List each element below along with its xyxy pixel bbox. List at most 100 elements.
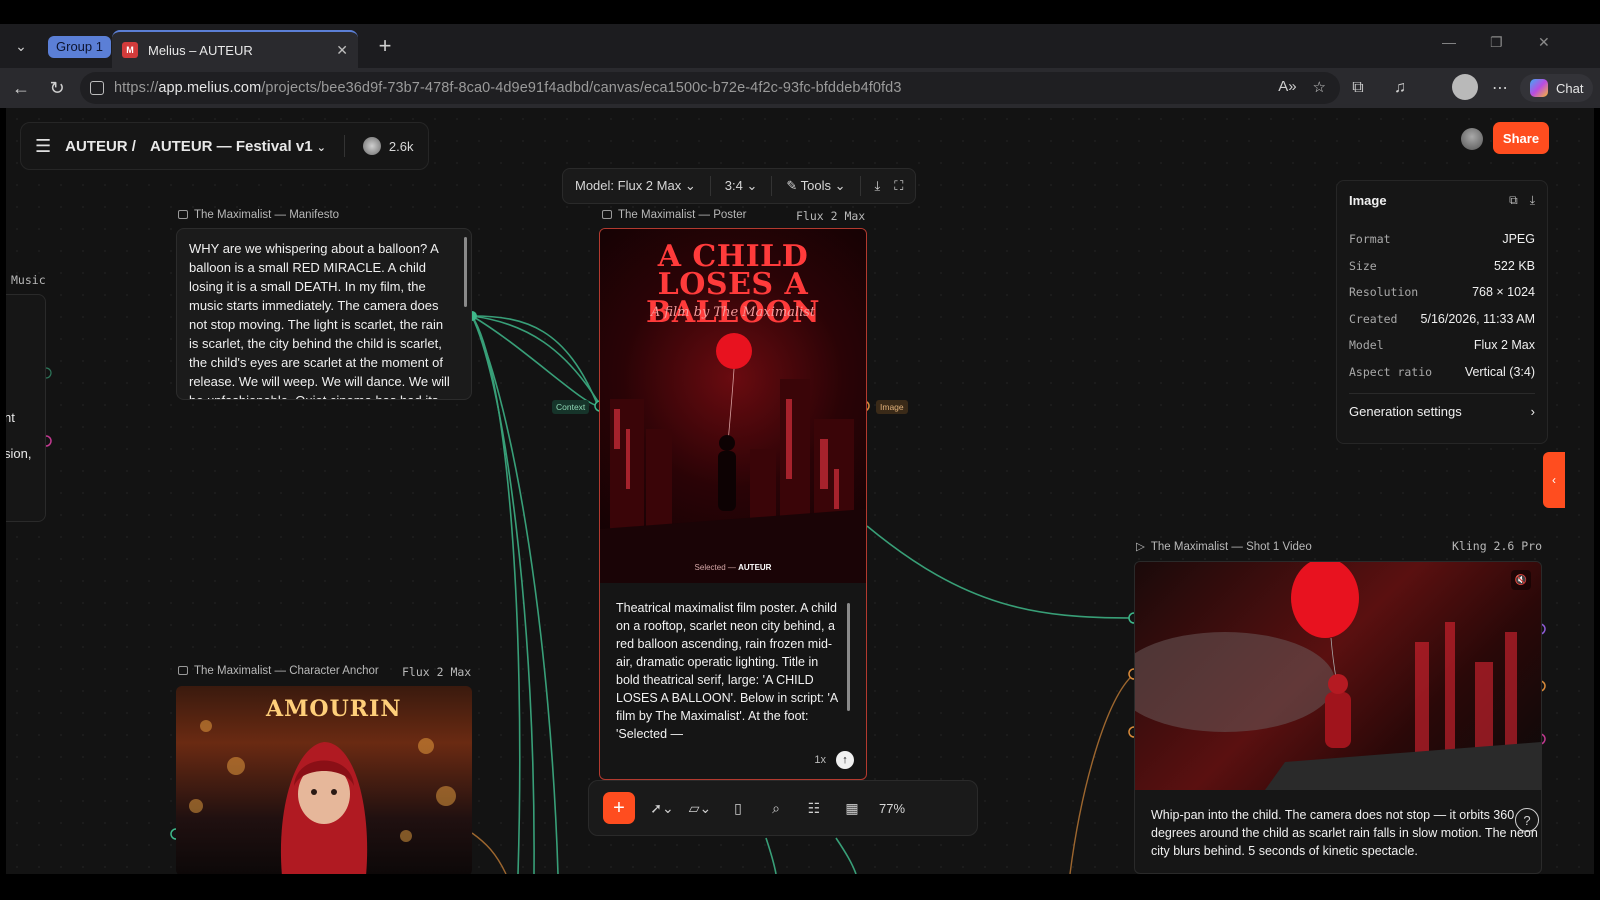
info-row: Resolution 768 × 1024 xyxy=(1349,285,1535,300)
manifesto-text-node[interactable]: WHY are we whispering about a balloon? A… xyxy=(176,228,472,400)
collaborator-avatar[interactable] xyxy=(1461,128,1483,150)
sticky-note-icon[interactable]: ▱⌄ xyxy=(689,797,712,819)
fullscreen-icon[interactable]: ⛶ xyxy=(894,178,903,194)
context-port-label: Context xyxy=(552,400,590,414)
chevron-down-icon: ⌄ xyxy=(746,178,758,193)
help-icon[interactable]: ? xyxy=(1515,808,1539,832)
music-node-text-fragment: nt xyxy=(6,410,15,425)
info-row: Created 5/16/2026, 11:33 AM xyxy=(1349,311,1535,326)
batch-multiplier[interactable]: 1x xyxy=(814,754,826,766)
url-text: https://app.melius.com/projects/bee36d9f… xyxy=(114,80,902,96)
node-toolbar: Model: Flux 2 Max ⌄ 3:4 ⌄ ✎ Tools ⌄ ⤓ ⛶ xyxy=(562,168,917,204)
tools-menu[interactable]: ✎ Tools ⌄ xyxy=(786,178,845,194)
image-search-icon[interactable]: ⌕ xyxy=(765,797,787,819)
melius-favicon-icon: M xyxy=(122,42,138,58)
video-artwork xyxy=(1135,562,1541,790)
scrollbar[interactable] xyxy=(464,237,467,307)
info-row: Aspect ratio Vertical (3:4) xyxy=(1349,364,1535,379)
mute-icon[interactable]: 🔇 xyxy=(1511,570,1531,590)
prompt-controls: 1x ↑ xyxy=(814,751,854,769)
minimap-icon[interactable]: ▦ xyxy=(841,797,863,819)
window-minimize-icon[interactable]: — xyxy=(1442,34,1456,50)
play-icon: ▷ xyxy=(1136,541,1145,553)
tab-close-icon[interactable]: ✕ xyxy=(336,42,348,59)
tab-list-chevron-icon[interactable]: ⌄ xyxy=(6,32,36,60)
browser-toolbar: ← ↻ https://app.melius.com/projects/bee3… xyxy=(0,68,1600,108)
music-node[interactable] xyxy=(6,294,46,522)
poster-footer: Selected — AUTEUR xyxy=(694,563,772,572)
download-icon[interactable]: ⤓ xyxy=(875,178,881,194)
breadcrumb-root[interactable]: AUTEUR / xyxy=(65,138,136,155)
character-model-tag: Flux 2 Max xyxy=(402,665,472,679)
model-selector[interactable]: Model: Flux 2 Max ⌄ xyxy=(575,178,696,194)
divider xyxy=(771,176,773,196)
music-node-text-fragment: sion, xyxy=(6,446,32,461)
add-node-plus-icon[interactable]: + xyxy=(603,792,635,824)
address-bar[interactable]: https://app.melius.com/projects/bee36d9f… xyxy=(80,72,1340,104)
site-info-icon[interactable] xyxy=(90,81,104,95)
info-row: Format JPEG xyxy=(1349,232,1535,247)
bottom-toolbar: + ➚⌄ ▱⌄ ▯ ⌕ ☷ ▦ 77% xyxy=(588,780,978,836)
wire-orange-2 xyxy=(471,832,507,874)
more-menu-icon[interactable]: ⋯ xyxy=(1488,76,1512,100)
zoom-level[interactable]: 77% xyxy=(879,801,905,816)
video-node[interactable]: 🔇 Whip-pan into the child. The camera do… xyxy=(1134,561,1542,874)
window-restore-icon[interactable]: ❐ xyxy=(1490,34,1503,51)
window-close-icon[interactable]: ✕ xyxy=(1538,34,1550,51)
divider xyxy=(1349,393,1535,394)
browser-tabstrip: ⌄ Group 1 M Melius – AUTEUR ✕ + — ❐ ✕ xyxy=(0,24,1600,68)
breadcrumb-project[interactable]: AUTEUR — Festival v1 ⌄ xyxy=(150,138,326,155)
character-node-label: The Maximalist — Character Anchor xyxy=(178,665,379,677)
menu-icon[interactable]: ☰ xyxy=(35,136,51,157)
aspect-selector[interactable]: 3:4 ⌄ xyxy=(725,178,758,194)
manifesto-node-label: The Maximalist — Manifesto xyxy=(178,209,339,221)
wand-icon: ✎ xyxy=(786,178,798,193)
credits-balance[interactable]: 2.6k xyxy=(362,137,414,155)
info-row: Model Flux 2 Max xyxy=(1349,338,1535,353)
music-node-label: Music xyxy=(11,273,46,287)
extensions-icon[interactable]: ⧉ xyxy=(1346,76,1370,100)
generate-arrow-icon[interactable]: ↑ xyxy=(836,751,854,769)
share-button[interactable]: Share xyxy=(1493,122,1549,154)
video-model-tag: Kling 2.6 Pro xyxy=(1452,539,1543,553)
tab-title: Melius – AUTEUR xyxy=(148,42,253,58)
copy-icon[interactable]: ⧉ xyxy=(1509,193,1518,208)
download-icon[interactable]: ⤓ xyxy=(1530,193,1535,208)
poster-node-label: The Maximalist — Poster xyxy=(602,209,746,221)
new-tab-plus-icon[interactable]: + xyxy=(372,32,398,60)
divider xyxy=(343,135,345,157)
document-icon[interactable]: ▯ xyxy=(727,797,749,819)
reload-icon[interactable]: ↻ xyxy=(44,75,70,101)
neon-sign-text: AMOURIN xyxy=(266,696,402,722)
poster-node[interactable]: A CHILD LOSES A BALLOON A film by The Ma… xyxy=(599,228,867,780)
divider xyxy=(709,176,711,196)
wire-manifesto-5 xyxy=(471,315,559,874)
wire-manifesto-6 xyxy=(471,315,601,407)
character-anchor-image[interactable]: AMOURIN xyxy=(176,686,472,874)
generation-settings-row[interactable]: Generation settings › xyxy=(1349,404,1535,419)
browser-tab-active[interactable]: M Melius – AUTEUR ✕ xyxy=(112,30,358,68)
media-control-icon[interactable]: ♫ xyxy=(1388,76,1412,100)
layout-icon[interactable]: ☷ xyxy=(803,797,825,819)
canvas[interactable]: ☰ AUTEUR / AUTEUR — Festival v1 ⌄ 2.6k S… xyxy=(6,108,1594,874)
read-aloud-icon[interactable]: A» xyxy=(1278,78,1296,96)
video-player[interactable]: 🔇 xyxy=(1135,562,1541,790)
video-node-label: ▷ The Maximalist — Shot 1 Video xyxy=(1136,541,1312,553)
poster-image[interactable]: A CHILD LOSES A BALLOON A film by The Ma… xyxy=(600,229,866,583)
poster-prompt-text: Theatrical maximalist film poster. A chi… xyxy=(616,601,838,741)
copilot-icon xyxy=(1530,79,1548,97)
chevron-right-icon: › xyxy=(1530,404,1535,419)
project-header: ☰ AUTEUR / AUTEUR — Festival v1 ⌄ 2.6k xyxy=(20,122,429,170)
profile-avatar[interactable] xyxy=(1452,74,1478,100)
side-panel-toggle[interactable]: ‹ xyxy=(1543,452,1565,508)
back-arrow-icon[interactable]: ← xyxy=(8,75,34,101)
wire-poster-video xyxy=(866,525,1135,619)
omnibox-actions: A» ☆ xyxy=(1278,78,1326,96)
favorite-star-icon[interactable]: ☆ xyxy=(1313,78,1326,96)
chevron-down-icon: ⌄ xyxy=(684,178,696,193)
copilot-chat-button[interactable]: Chat xyxy=(1520,74,1594,102)
chevron-down-icon: ⌄ xyxy=(834,178,846,193)
tab-group-chip[interactable]: Group 1 xyxy=(48,36,111,58)
scrollbar[interactable] xyxy=(847,603,850,711)
select-cursor-icon[interactable]: ➚⌄ xyxy=(650,797,673,819)
